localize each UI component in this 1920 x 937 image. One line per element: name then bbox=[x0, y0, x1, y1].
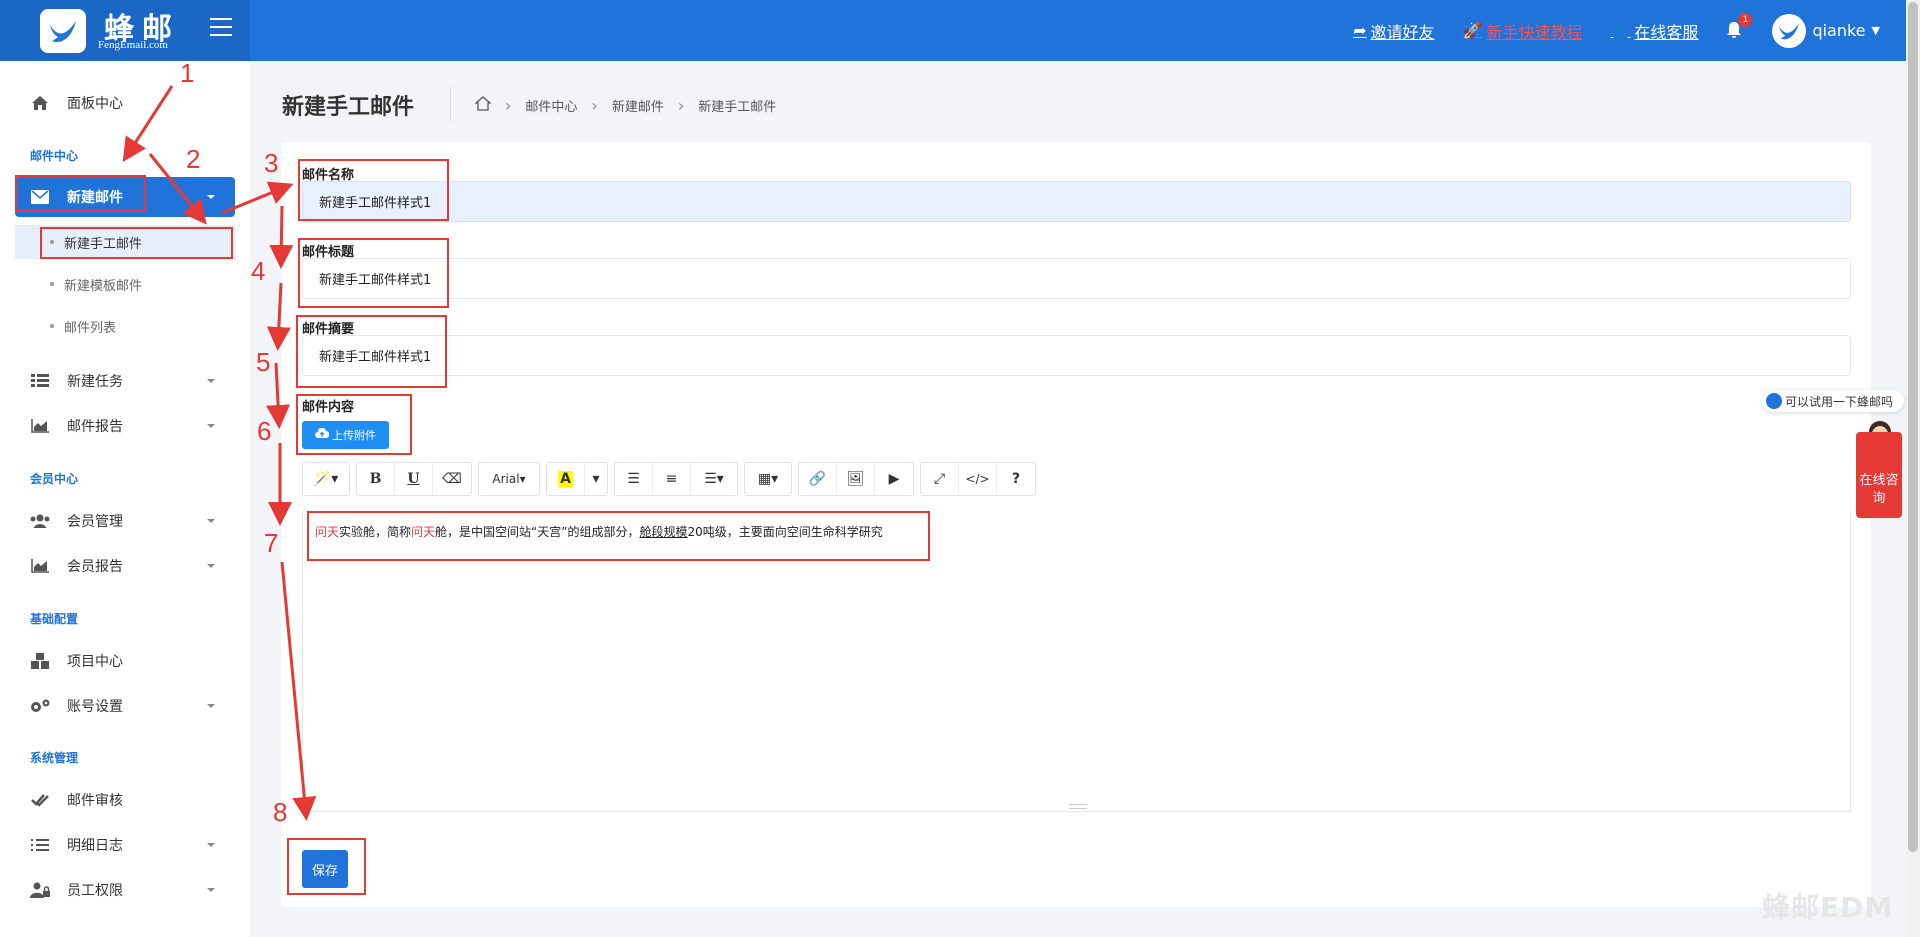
chat-icon bbox=[1766, 393, 1782, 409]
chat-prompt-bubble[interactable]: 可以试用一下蜂邮吗 bbox=[1762, 390, 1904, 412]
scrollbar-thumb[interactable] bbox=[1908, 2, 1918, 852]
watermark: 蜂邮EDM bbox=[1762, 891, 1894, 924]
online-consult-button[interactable]: 在线咨询 bbox=[1856, 432, 1902, 518]
page-scrollbar[interactable] bbox=[1906, 0, 1920, 937]
annotation-arrows bbox=[122, 85, 317, 821]
